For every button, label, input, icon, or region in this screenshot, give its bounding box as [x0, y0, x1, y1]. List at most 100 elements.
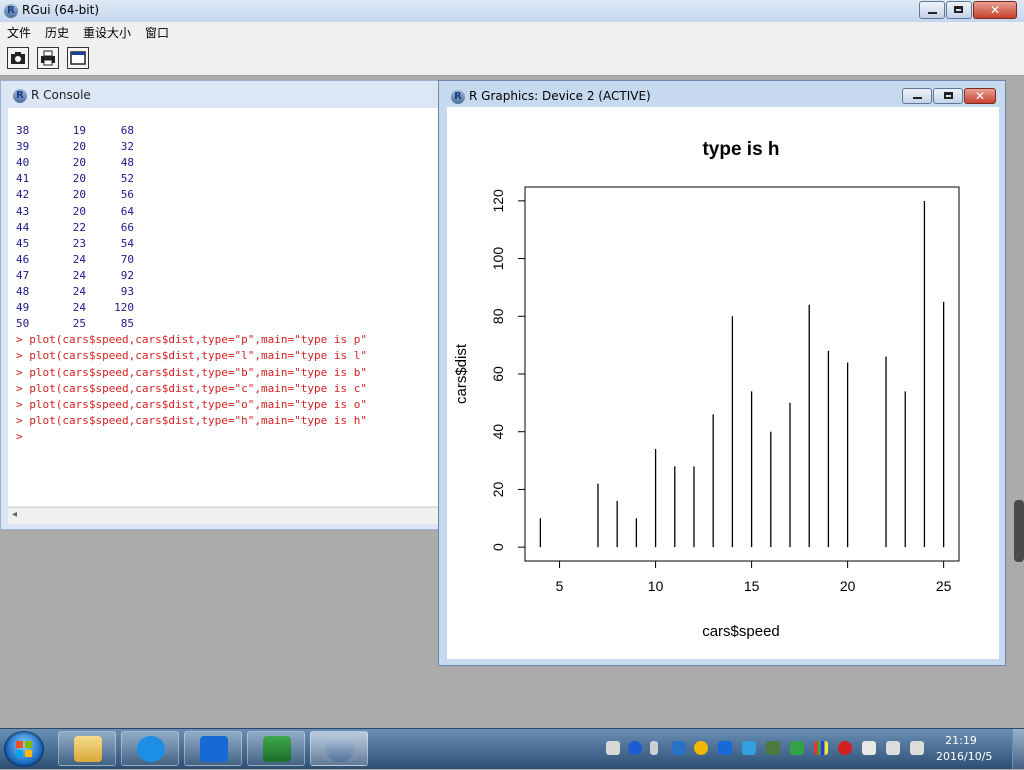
console-cell: 20 — [72, 140, 86, 154]
x-tick-label: 25 — [936, 578, 952, 594]
menu-window[interactable]: 窗口 — [145, 24, 169, 41]
console-cell: 24 — [72, 301, 86, 315]
y-tick-label: 80 — [490, 308, 506, 324]
minimize-icon — [913, 97, 922, 99]
y-tick-label: 60 — [490, 366, 506, 382]
show-desktop-button[interactable] — [1012, 729, 1024, 769]
console-cell: 56 — [120, 188, 134, 202]
console-body[interactable]: 38 19 68 39 20 32 40 20 48 41 20 52 42 20 56 43 20 64 44 22… — [8, 108, 444, 506]
usb-icon[interactable] — [766, 741, 780, 755]
horizontal-scrollbar[interactable]: ◂ — [8, 507, 444, 524]
console-command-line: > plot(cars$speed,cars$dist,type="l",mai… — [16, 349, 367, 363]
console-cell: 24 — [72, 285, 86, 298]
start-button[interactable] — [4, 731, 44, 767]
y-tick-label: 100 — [490, 247, 506, 271]
printer-icon — [41, 50, 55, 66]
console-cell: 25 — [72, 317, 86, 331]
console-cell: 45 — [16, 236, 30, 250]
console-cell: 85 — [120, 317, 134, 331]
console-prompt[interactable]: > — [16, 430, 23, 446]
maximize-button[interactable] — [946, 1, 972, 19]
taskbar-security[interactable] — [184, 731, 242, 766]
console-cell: 41 — [16, 172, 30, 186]
menu-resize[interactable]: 重设大小 — [83, 24, 131, 41]
console-cell: 48 — [16, 285, 30, 298]
excel-icon — [263, 736, 291, 762]
tray-arrows-icon[interactable] — [650, 741, 658, 755]
taskbar-sogou[interactable] — [121, 731, 179, 766]
app-title: RGui (64-bit) — [22, 3, 100, 17]
sync-icon[interactable] — [742, 741, 756, 755]
console-command-line: > plot(cars$speed,cars$dist,type="h",mai… — [16, 413, 367, 427]
taskbar-folder[interactable] — [58, 731, 116, 766]
minimize-button[interactable] — [919, 1, 945, 19]
console-cell: 20 — [72, 156, 86, 170]
taskbar: 21:19 2016/10/5 — [0, 728, 1024, 769]
close-button[interactable]: ✕ — [973, 1, 1017, 19]
menu-file[interactable]: 文件 — [7, 24, 31, 41]
y-tick-label: 0 — [490, 543, 506, 551]
r-console-window[interactable]: R R Console 38 19 68 39 20 32 40 20 48 41 20 52 42 20… — [0, 80, 446, 530]
y-tick-label: 40 — [490, 424, 506, 440]
console-cell: 92 — [120, 268, 134, 282]
console-cell: 42 — [16, 188, 30, 202]
graphics-close-button[interactable]: ✕ — [964, 88, 996, 104]
console-cell: 70 — [120, 252, 134, 266]
check-icon[interactable] — [790, 741, 804, 755]
y-tick-label: 120 — [490, 189, 506, 213]
graphics-window-controls: ✕ — [901, 88, 996, 104]
console-command-line: > plot(cars$speed,cars$dist,type="c",mai… — [16, 381, 367, 395]
side-grip[interactable] — [1014, 500, 1024, 562]
red-app-icon[interactable] — [838, 741, 852, 755]
tray-app-icon[interactable] — [672, 741, 686, 755]
camera-icon — [11, 52, 25, 64]
y-axis-label: cars$dist — [453, 343, 470, 404]
print-button[interactable] — [37, 47, 59, 69]
window-button[interactable] — [67, 47, 89, 69]
graphics-window[interactable]: R R Graphics: Device 2 (ACTIVE) ✕ type i… — [438, 80, 1006, 666]
console-cell: 23 — [72, 236, 86, 250]
menu-history[interactable]: 历史 — [45, 24, 69, 41]
console-cell: 20 — [72, 204, 86, 218]
main-title-bar: R RGui (64-bit) ✕ — [0, 0, 1024, 23]
emoji-icon[interactable] — [694, 741, 708, 755]
console-cell: 44 — [16, 220, 30, 234]
console-cell: 48 — [120, 156, 134, 170]
clock[interactable]: 21:19 2016/10/5 — [936, 733, 993, 765]
close-icon: ✕ — [989, 3, 1001, 17]
clock-date: 2016/10/5 — [936, 750, 993, 763]
console-cell: 24 — [72, 268, 86, 282]
console-cell: 20 — [72, 172, 86, 186]
console-cell: 46 — [16, 252, 30, 266]
network-icon[interactable] — [910, 741, 924, 755]
taskbar-rgui[interactable] — [310, 731, 368, 766]
console-cell: 52 — [120, 172, 134, 186]
r-logo-icon: R — [4, 4, 18, 18]
x-axis: 5 10 15 20 25 — [556, 560, 952, 594]
console-cell: 66 — [120, 220, 134, 234]
color-grid-icon[interactable] — [814, 741, 828, 755]
console-title: R Console — [31, 88, 91, 102]
console-cell: 24 — [72, 252, 86, 266]
console-command-line: > plot(cars$speed,cars$dist,type="p",mai… — [16, 333, 367, 347]
hand-icon[interactable] — [862, 741, 876, 755]
taskbar-excel[interactable] — [247, 731, 305, 766]
graphics-maximize-button[interactable] — [933, 88, 963, 104]
volume-icon[interactable] — [886, 741, 900, 755]
clock-time: 21:19 — [945, 734, 977, 747]
console-cell: 50 — [16, 317, 30, 331]
help-icon[interactable] — [628, 741, 642, 755]
x-tick-label: 10 — [648, 578, 664, 594]
scroll-left-icon[interactable]: ◂ — [12, 509, 17, 520]
copy-metafile-button[interactable] — [7, 47, 29, 69]
console-command-line: > plot(cars$speed,cars$dist,type="b",mai… — [16, 365, 367, 379]
sogou-icon — [137, 736, 165, 762]
shield-icon[interactable] — [718, 741, 732, 755]
graphics-minimize-button[interactable] — [902, 88, 932, 104]
x-tick-label: 15 — [744, 578, 760, 594]
main-window-controls: ✕ — [918, 1, 1017, 19]
console-cell: 64 — [120, 204, 134, 218]
windows-logo-icon — [16, 741, 32, 757]
r-logo-icon: R — [451, 90, 465, 104]
keyboard-icon[interactable] — [606, 741, 620, 755]
